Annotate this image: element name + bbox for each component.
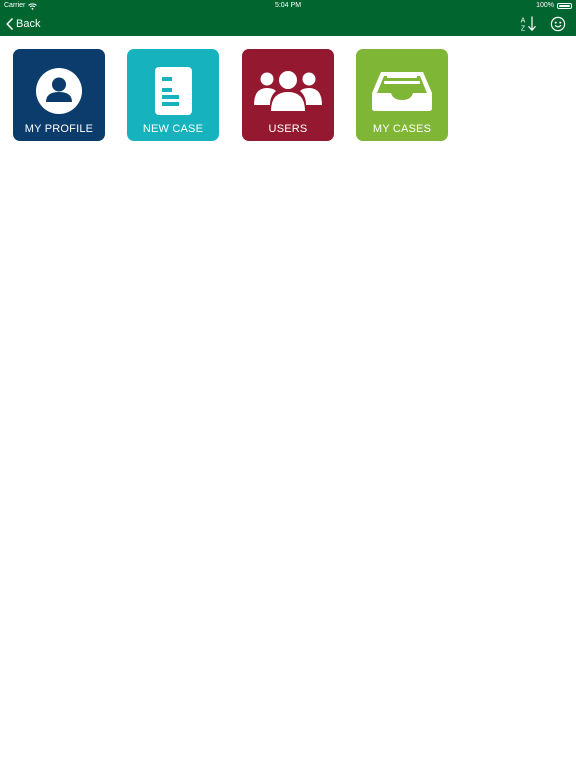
sort-az-button[interactable]: A Z [519, 15, 539, 33]
users-group-icon [254, 71, 322, 111]
status-right: 100% [536, 0, 572, 12]
tile-new-case[interactable]: NEW CASE [127, 49, 219, 141]
back-label: Back [16, 18, 41, 30]
battery-icon [557, 3, 572, 9]
tile-users[interactable]: USERS [242, 49, 334, 141]
status-time: 5:04 PM [274, 2, 302, 9]
tile-label: MY PROFILE [24, 123, 94, 135]
sort-az-icon: A Z [521, 16, 536, 33]
nav-bar: Back A Z [0, 12, 576, 36]
person-circle-icon [36, 68, 82, 114]
status-bar: Carrier 5:04 PM 100% [0, 0, 576, 12]
document-icon [155, 67, 192, 115]
sort-letter-a: A [521, 18, 526, 25]
tile-label: NEW CASE [142, 123, 204, 135]
inbox-tray-icon [372, 72, 432, 111]
back-button[interactable]: Back [6, 15, 40, 33]
sort-letter-z: Z [521, 26, 526, 33]
battery-percent: 100% [536, 2, 554, 9]
tile-my-cases[interactable]: MY CASES [356, 49, 448, 141]
tile-label: USERS [268, 123, 308, 135]
tile-my-profile[interactable]: MY PROFILE [13, 49, 105, 141]
face-button[interactable] [550, 16, 566, 32]
face-icon [550, 16, 566, 32]
chevron-left-icon [6, 18, 13, 30]
tile-label: MY CASES [372, 123, 432, 135]
